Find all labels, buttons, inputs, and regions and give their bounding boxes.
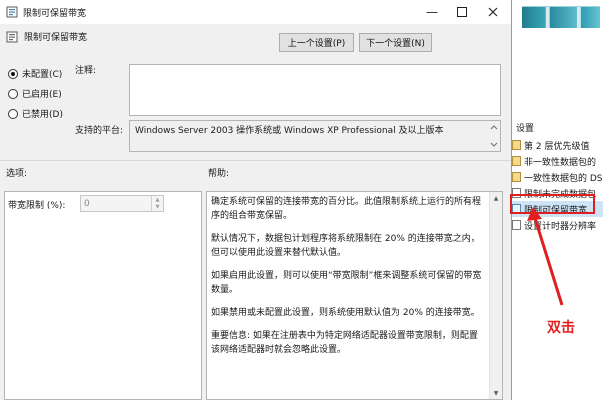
minimize-icon: — [426, 5, 438, 19]
policy-settings-dialog: 限制可保留带宽 — 限制可保留带宽 上一个设置(P) 下一个设置(N) 未配置(… [0, 0, 512, 400]
options-pane [4, 191, 202, 400]
scroll-down-icon[interactable]: ▼ [490, 387, 502, 399]
spin-up-icon[interactable]: ▲ [152, 196, 163, 204]
comment-textarea[interactable] [129, 64, 501, 116]
help-scrollbar[interactable]: ▲ ▼ [489, 192, 502, 399]
policy-setting-icon [6, 31, 18, 42]
options-label: 选项: [6, 169, 28, 179]
radio-button[interactable] [8, 68, 18, 79]
maximize-icon [457, 7, 467, 17]
setting-item-conforming[interactable]: 一致性数据包的 DS [512, 169, 603, 185]
comment-label: 注释: [75, 66, 97, 76]
scroll-up-icon[interactable]: ▲ [490, 192, 502, 204]
bandwidth-limit-spinbox[interactable]: 0 ▲ ▼ [80, 195, 164, 212]
supported-platform-label: 支持的平台: [75, 126, 124, 136]
radio-button[interactable] [8, 88, 18, 99]
close-icon [488, 7, 498, 17]
spin-down-icon[interactable]: ▼ [152, 204, 163, 212]
background-editor-window: 设置 第 2 层优先级值 非一致性数据包的 一致性数据包的 DS 限制未完成数据… [512, 0, 603, 400]
previous-setting-button[interactable]: 上一个设置(P) [279, 33, 354, 52]
policy-setting-icon [512, 188, 521, 198]
radio-not-configured[interactable]: 未配置(C) [8, 67, 62, 80]
help-paragraph: 确定系统可保留的连接带宽的百分比。此值限制系统上运行的所有程序的组合带宽保留。 [211, 197, 482, 221]
folder-icon [512, 140, 521, 150]
radio-disabled[interactable]: 已禁用(D) [8, 107, 63, 120]
dialog-title: 限制可保留带宽 [23, 8, 87, 19]
policy-app-icon [6, 6, 18, 18]
radio-button[interactable] [8, 108, 18, 119]
next-setting-button[interactable]: 下一个设置(N) [359, 33, 432, 52]
radio-label: 已禁用(D) [22, 110, 63, 120]
help-paragraph: 默认情况下，数据包计划程序将系统限制在 20% 的连接带宽之内，但可以使用此设置… [211, 234, 480, 258]
policy-name: 限制可保留带宽 [24, 33, 88, 43]
setting-item-label: 非一致性数据包的 [524, 157, 597, 168]
setting-item-layer2-priority[interactable]: 第 2 层优先级值 [512, 137, 603, 153]
background-taskbar-thumbnails [522, 6, 600, 28]
setting-item-label: 限制未完成数据包 [524, 189, 597, 200]
folder-icon [512, 172, 521, 182]
setting-item-limit-outstanding[interactable]: 限制未完成数据包 [512, 185, 603, 201]
double-click-annotation: 双击 [547, 320, 575, 336]
setting-item-nonconforming[interactable]: 非一致性数据包的 [512, 153, 603, 169]
radio-selected-dot [11, 71, 15, 76]
help-pane: 确定系统可保留的连接带宽的百分比。此值限制系统上运行的所有程序的组合带宽保留。 … [206, 191, 503, 400]
help-paragraph: 如果禁用或未配置此设置，则系统使用默认值为 20% 的连接带宽。 [211, 308, 480, 318]
folder-icon [512, 156, 521, 166]
platform-scroll-arrows[interactable] [489, 122, 499, 150]
radio-label: 未配置(C) [22, 70, 63, 80]
bandwidth-limit-label: 带宽限制 (%): [8, 201, 66, 211]
radio-enabled[interactable]: 已启用(E) [8, 87, 62, 100]
setting-item-label: 第 2 层优先级值 [524, 141, 590, 152]
annotation-arrow-icon [527, 207, 564, 306]
section-divider [0, 160, 511, 161]
maximize-button[interactable] [447, 0, 477, 24]
spinbox-arrows[interactable]: ▲ ▼ [151, 196, 163, 211]
close-button[interactable] [478, 0, 508, 24]
supported-platform-value: Windows Server 2003 操作系统或 Windows XP Pro… [135, 126, 444, 136]
help-label: 帮助: [208, 169, 230, 179]
help-paragraph: 如果启用此设置，则可以使用“带宽限制”框来调整系统可保留的带宽数量。 [211, 271, 482, 295]
radio-label: 已启用(E) [22, 90, 62, 100]
settings-column-header[interactable]: 设置 [516, 121, 534, 134]
policy-header: 限制可保留带宽 [6, 30, 87, 43]
dialog-titlebar: 限制可保留带宽 — [0, 0, 511, 24]
supported-platform-field: Windows Server 2003 操作系统或 Windows XP Pro… [129, 120, 501, 152]
setting-item-label: 一致性数据包的 DS [524, 173, 603, 184]
help-paragraph: 重要信息: 如果在注册表中为特定网络适配器设置带宽限制，则配置该网络适配器时就会… [211, 331, 478, 355]
bandwidth-limit-row: 带宽限制 (%): [8, 198, 65, 211]
bandwidth-limit-value: 0 [84, 198, 90, 209]
minimize-button[interactable]: — [417, 0, 447, 24]
help-text: 确定系统可保留的连接带宽的百分比。此值限制系统上运行的所有程序的组合带宽保留。 … [211, 195, 486, 366]
